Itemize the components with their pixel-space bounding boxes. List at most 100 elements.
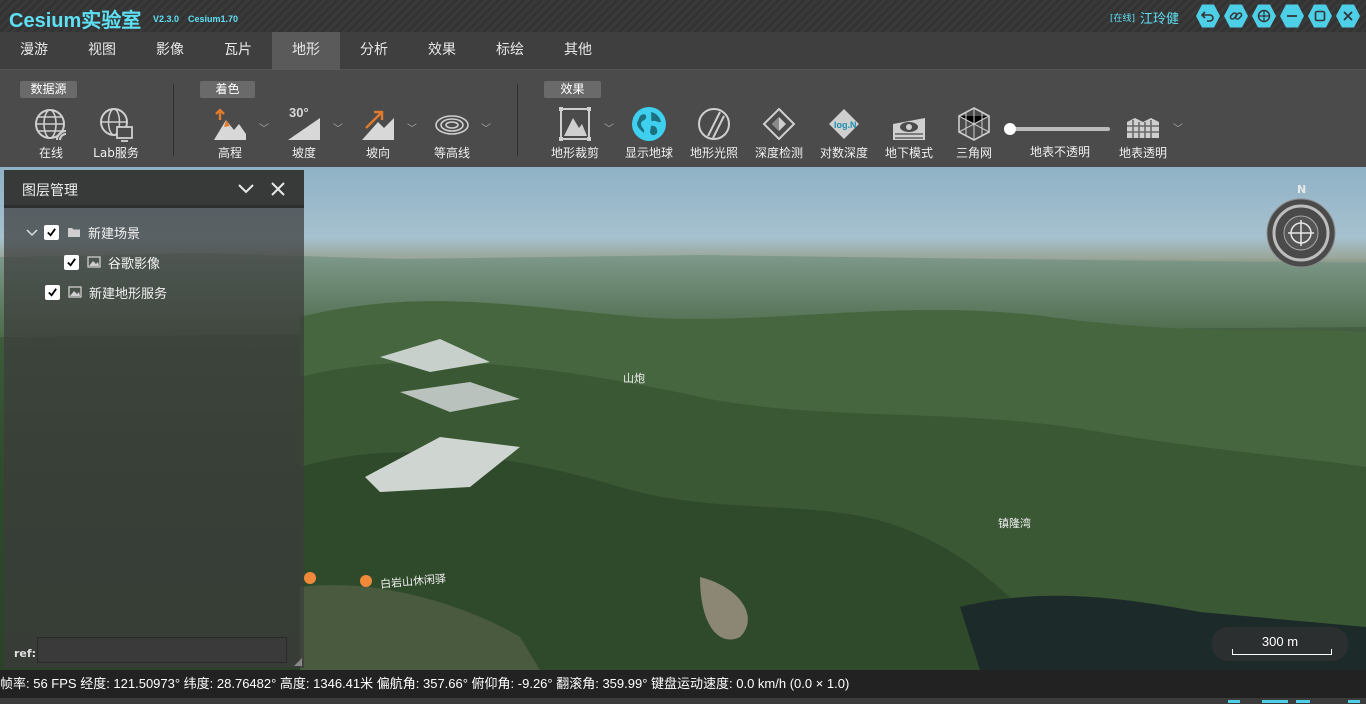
- map-marker-icon[interactable]: [304, 572, 316, 584]
- log-depth-label: 对数深度: [819, 146, 868, 160]
- engine-version: Cesium1.70: [188, 14, 239, 24]
- link-icon: [1229, 12, 1243, 20]
- link-button[interactable]: [1224, 4, 1248, 28]
- globe-icon: [1257, 9, 1271, 23]
- online-button[interactable]: 在线: [19, 106, 83, 161]
- log-depth-button[interactable]: log.N 对数深度: [812, 106, 876, 161]
- minimize-button[interactable]: [1280, 4, 1304, 28]
- close-icon: [1343, 11, 1353, 21]
- app-title: Cesium实验室: [9, 10, 142, 32]
- minimize-icon: [1287, 15, 1297, 17]
- ref-input[interactable]: [37, 637, 287, 663]
- contour-button[interactable]: 等高线: [420, 106, 484, 161]
- slope-label: 坡度: [291, 146, 316, 160]
- scale-line: [1232, 649, 1332, 655]
- close-button[interactable]: [1336, 4, 1360, 28]
- maximize-button[interactable]: [1308, 4, 1332, 28]
- contour-label: 等高线: [433, 146, 470, 160]
- panel-close-icon[interactable]: [268, 179, 288, 199]
- show-globe-button[interactable]: 显示地球: [617, 106, 681, 161]
- lab-service-button[interactable]: Lab服务: [84, 106, 148, 161]
- elevation-dropdown-chevron-down-icon[interactable]: ﹀: [259, 120, 269, 135]
- log-depth-icon-text: log.N: [834, 120, 857, 130]
- online-label: 在线: [38, 146, 63, 160]
- expand-chevron-down-icon[interactable]: [26, 226, 38, 238]
- surface-transparent-dropdown-chevron-down-icon[interactable]: ﹀: [1173, 120, 1183, 135]
- ribbon-toolbar: 数据源 着色 效果 在线 Lab服务 高程 ﹀ 30° 坡度 ﹀ 坡向 ﹀ 等高…: [0, 70, 1366, 167]
- terrain-clip-dropdown-chevron-down-icon[interactable]: ﹀: [604, 120, 614, 135]
- slider-track[interactable]: [1008, 127, 1110, 131]
- compass-north-label: N: [1297, 183, 1307, 196]
- layer-panel-title: 图层管理: [22, 183, 78, 199]
- tab-effects[interactable]: 效果: [408, 32, 476, 70]
- slope-dropdown-chevron-down-icon[interactable]: ﹀: [333, 120, 343, 135]
- decor-accent: [1348, 700, 1360, 703]
- lab-service-label: Lab服务: [93, 146, 139, 160]
- toolbar-separator: [517, 84, 518, 156]
- online-globe-icon: [35, 109, 67, 141]
- decor-accent: [1296, 700, 1310, 703]
- navigation-compass-icon[interactable]: [1266, 198, 1336, 268]
- menu-bar: 漫游 视图 影像 瓦片 地形 分析 效果 标绘 其他: [0, 32, 1366, 70]
- terrain-clip-label: 地形裁剪: [550, 146, 599, 160]
- tab-view[interactable]: 视图: [68, 32, 136, 70]
- layer-label: 新建地形服务: [89, 286, 168, 302]
- collapse-chevron-down-icon[interactable]: [236, 179, 256, 199]
- toolbar-separator: [173, 84, 174, 156]
- tab-other[interactable]: 其他: [544, 32, 612, 70]
- bottom-decor-strip: [0, 698, 1366, 704]
- log-depth-icon: log.N: [829, 109, 859, 139]
- aspect-button[interactable]: 坡向: [346, 106, 410, 161]
- layer-checkbox[interactable]: [44, 224, 59, 240]
- triangle-mesh-button[interactable]: 三角网: [942, 106, 1006, 161]
- ref-label: ref:: [14, 647, 37, 660]
- surface-opacity-slider[interactable]: [1004, 123, 1110, 135]
- elevation-button[interactable]: 高程: [198, 106, 262, 161]
- tab-tiles[interactable]: 瓦片: [204, 32, 272, 70]
- user-name[interactable]: 江玲健: [1140, 8, 1179, 27]
- elevation-label: 高程: [217, 146, 242, 160]
- check-icon: [47, 227, 56, 237]
- map-marker-icon[interactable]: [360, 575, 372, 587]
- layer-checkbox[interactable]: [45, 284, 60, 300]
- surface-transparent-button[interactable]: 地表透明: [1111, 106, 1175, 161]
- scale-text: 300 m: [1261, 634, 1299, 649]
- tab-terrain[interactable]: 地形: [272, 32, 340, 70]
- aspect-label: 坡向: [365, 146, 390, 160]
- check-icon: [48, 287, 57, 297]
- resize-handle-icon[interactable]: [294, 658, 302, 666]
- slope-button[interactable]: 30° 坡度: [272, 106, 336, 161]
- layer-tree-item-google-imagery[interactable]: 谷歌影像: [64, 252, 160, 272]
- globe-button[interactable]: [1252, 4, 1276, 28]
- terrain-lighting-label: 地形光照: [689, 146, 738, 160]
- image-icon: [87, 256, 101, 268]
- tab-imagery[interactable]: 影像: [136, 32, 204, 70]
- underground-button[interactable]: 地下模式: [877, 106, 941, 161]
- tab-roam[interactable]: 漫游: [0, 32, 68, 70]
- tab-plot[interactable]: 标绘: [476, 32, 544, 70]
- contour-dropdown-chevron-down-icon[interactable]: ﹀: [481, 120, 491, 135]
- triangle-mesh-icon: [958, 107, 990, 141]
- status-bar: 帧率: 56 FPS 经度: 121.50973° 纬度: 28.76482° …: [0, 670, 1366, 698]
- terrain-lighting-button[interactable]: 地形光照: [682, 106, 746, 161]
- undo-button[interactable]: [1196, 4, 1220, 28]
- layer-label: 新建场景: [88, 226, 141, 242]
- app-version: V2.3.0: [153, 14, 180, 24]
- layer-tree-item-scene[interactable]: 新建场景: [26, 222, 140, 242]
- terrain-clip-button[interactable]: 地形裁剪: [543, 106, 607, 161]
- depth-test-button[interactable]: 深度检测: [747, 106, 811, 161]
- layer-checkbox[interactable]: [64, 254, 79, 270]
- surface-transparent-icon: [1127, 118, 1159, 138]
- aspect-dropdown-chevron-down-icon[interactable]: ﹀: [407, 120, 417, 135]
- layer-tree-item-terrain-service[interactable]: 新建地形服务: [45, 282, 167, 302]
- slider-handle[interactable]: [1004, 123, 1016, 135]
- group-label-effects: 效果: [544, 81, 601, 98]
- image-icon: [68, 286, 82, 298]
- map-label: 山炮: [623, 372, 645, 385]
- map-label: 镇隆湾: [998, 517, 1031, 530]
- slope-icon: 30°: [288, 106, 320, 140]
- user-status: [在线]: [1110, 14, 1136, 24]
- aspect-icon: [362, 110, 394, 140]
- scale-bar: 300 m: [1212, 627, 1348, 661]
- tab-analysis[interactable]: 分析: [340, 32, 408, 70]
